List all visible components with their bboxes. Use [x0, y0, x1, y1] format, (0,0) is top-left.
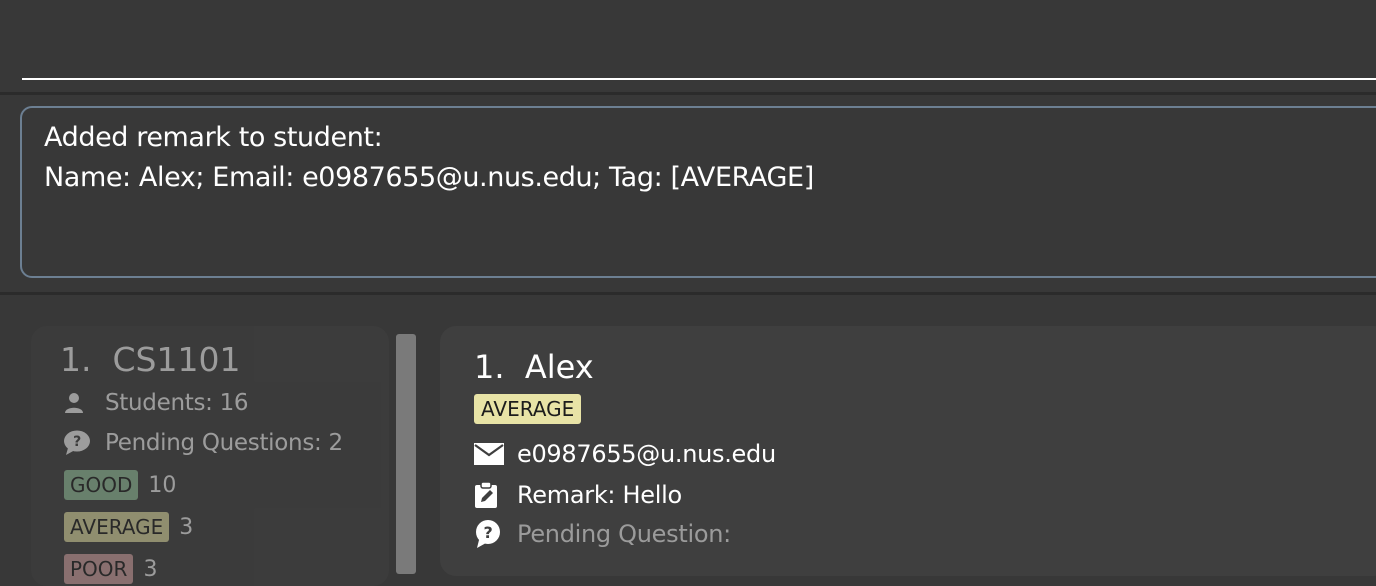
result-display[interactable]: Added remark to student: Name: Alex; Ema…	[20, 106, 1376, 278]
tag-summary-row: POOR 3	[64, 554, 157, 584]
svg-text:?: ?	[73, 434, 81, 450]
divider	[0, 292, 1376, 295]
student-name: Alex	[524, 348, 594, 386]
speech-bubble-question-icon: ?	[63, 429, 93, 457]
command-area	[0, 0, 1376, 92]
good-count: 10	[148, 472, 177, 498]
person-icon	[63, 389, 93, 417]
class-list-scrollbar[interactable]	[396, 334, 416, 574]
pending-questions-row: ? Pending Questions: 2	[63, 429, 343, 457]
student-remark-row: Remark: Hello	[474, 481, 682, 509]
student-title: 1. Alex	[474, 348, 594, 386]
students-count-row: Students: 16	[63, 389, 249, 417]
student-card[interactable]: 1. Alex AVERAGE e0987655@u.nus.edu Remar…	[440, 326, 1376, 576]
clipboard-edit-icon	[474, 481, 504, 509]
class-card[interactable]: 1. CS1101 Students: 16 ? Pending Questio…	[31, 326, 389, 586]
average-tag: AVERAGE	[64, 512, 170, 542]
result-line: Added remark to student:	[44, 122, 383, 153]
student-tag: AVERAGE	[474, 394, 582, 424]
class-name: CS1101	[112, 340, 241, 379]
tag-summary-row: AVERAGE 3	[64, 512, 193, 542]
class-title: 1. CS1101	[60, 340, 240, 379]
envelope-icon	[474, 440, 504, 468]
svg-text:?: ?	[484, 523, 493, 542]
student-email-row: e0987655@u.nus.edu	[474, 440, 776, 468]
student-index: 1.	[474, 348, 505, 386]
student-pending-question: Pending Question:	[517, 520, 731, 548]
student-email: e0987655@u.nus.edu	[517, 440, 776, 468]
tag-summary-row: GOOD 10	[64, 470, 176, 500]
divider	[0, 92, 1376, 95]
result-line: Name: Alex; Email: e0987655@u.nus.edu; T…	[44, 162, 814, 193]
poor-count: 3	[143, 556, 158, 582]
good-tag: GOOD	[64, 470, 139, 500]
students-count: Students: 16	[105, 390, 249, 416]
question-bubble-icon: ?	[474, 520, 504, 548]
command-input[interactable]	[22, 20, 1376, 80]
student-pending-question-row: ? Pending Question:	[474, 520, 731, 548]
student-remark: Remark: Hello	[517, 481, 682, 509]
average-count: 3	[179, 514, 194, 540]
class-index: 1.	[60, 340, 92, 379]
pending-questions-count: Pending Questions: 2	[105, 430, 343, 456]
poor-tag: POOR	[64, 554, 134, 584]
